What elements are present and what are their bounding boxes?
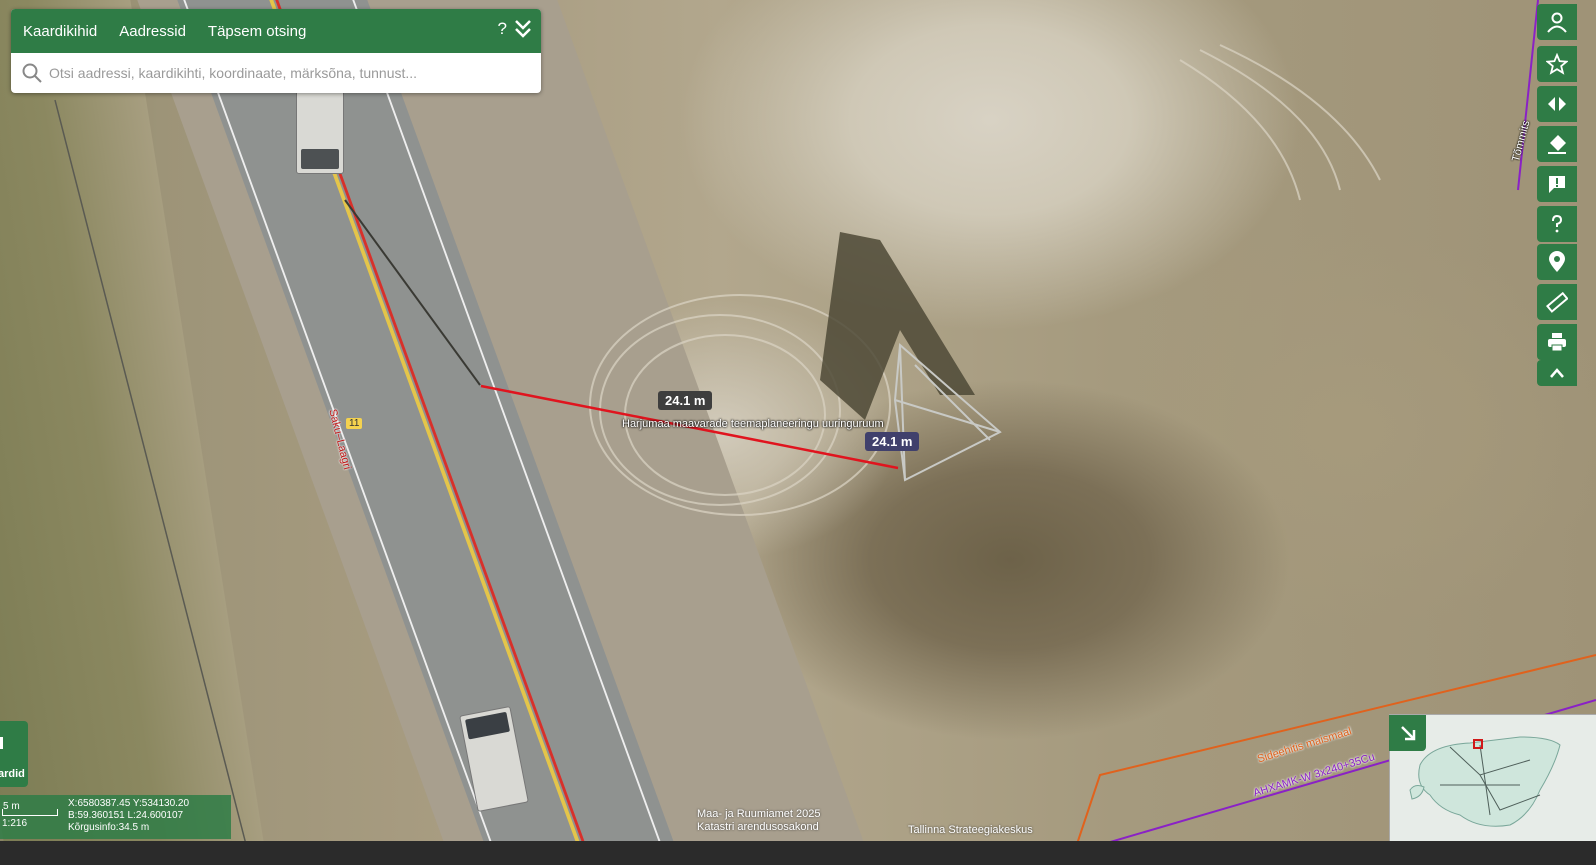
search-panel: Kaardikihid Aadressid Täpsem otsing ? bbox=[11, 9, 541, 93]
star-icon bbox=[1546, 53, 1568, 75]
user-button[interactable] bbox=[1537, 4, 1577, 40]
ruler-icon bbox=[1546, 291, 1568, 313]
eraser-button[interactable] bbox=[1537, 126, 1577, 162]
coordinates-xy: X:6580387.45 Y:534130.20 bbox=[68, 798, 190, 809]
print-icon bbox=[1548, 333, 1566, 352]
measure-label-total: 24.1 m bbox=[865, 432, 920, 451]
map-canvas[interactable]: 24.1 m 24.1 m Harjumaa maavarade teemapl… bbox=[0, 0, 1596, 865]
legend-label: ardid bbox=[0, 768, 25, 780]
tab-tapsem-otsing[interactable]: Täpsem otsing bbox=[208, 23, 306, 40]
print-button[interactable] bbox=[1537, 324, 1577, 360]
chevron-double-down-icon[interactable] bbox=[513, 18, 533, 40]
feedback-button[interactable] bbox=[1537, 166, 1577, 202]
scale-ratio: 1:216 bbox=[2, 818, 28, 829]
attribution-line-2: Katastri arendusosakond bbox=[697, 821, 819, 833]
feedback-icon bbox=[1549, 176, 1565, 193]
compare-button[interactable] bbox=[1537, 86, 1577, 122]
search-icon bbox=[22, 63, 42, 83]
eraser-icon bbox=[1548, 135, 1566, 154]
map-legend-button[interactable]: ardid bbox=[0, 721, 28, 787]
scale-info-panel: 5 m 1:216 X:6580387.45 Y:534130.20 B:59.… bbox=[0, 795, 231, 839]
road-number-badge: 11 bbox=[346, 418, 363, 429]
right-toolbar bbox=[1537, 0, 1596, 390]
compare-icon bbox=[1548, 97, 1566, 111]
coordinates-bl: B:59.360151 L:24.600107 bbox=[68, 810, 184, 821]
legend-icon bbox=[0, 737, 3, 749]
attribution-secondary: Tallinna Strateegiakeskus bbox=[908, 824, 1033, 836]
chevron-up-icon bbox=[1550, 368, 1564, 378]
search-input[interactable] bbox=[47, 64, 521, 82]
tab-kaardikihid[interactable]: Kaardikihid bbox=[23, 23, 97, 40]
question-mark-glyph bbox=[1552, 214, 1563, 233]
tower-shadow bbox=[820, 232, 975, 420]
scale-bar bbox=[2, 809, 58, 816]
window-bottom-bar bbox=[0, 841, 1596, 865]
collapse-toolbar-button[interactable] bbox=[1537, 360, 1577, 386]
location-button[interactable] bbox=[1537, 244, 1577, 280]
favorites-button[interactable] bbox=[1537, 46, 1577, 82]
fence-line bbox=[54, 99, 251, 861]
elevation-info: Kõrgusinfo:34.5 m bbox=[68, 822, 150, 833]
attribution-primary: Maa- ja Ruumiamet 2025 Katastri arenduso… bbox=[697, 808, 821, 834]
search-tabs: Kaardikihid Aadressid Täpsem otsing ? bbox=[11, 9, 541, 53]
help-icon[interactable] bbox=[1537, 206, 1577, 242]
measure-label-segment: 24.1 m bbox=[658, 391, 713, 410]
attribution-line-1: Maa- ja Ruumiamet 2025 bbox=[697, 808, 821, 820]
tire-tracks bbox=[589, 44, 1381, 516]
overview-toggle-button[interactable] bbox=[1389, 715, 1426, 751]
arrow-down-right-icon bbox=[1400, 726, 1415, 741]
help-button[interactable]: ? bbox=[498, 19, 507, 39]
user-icon bbox=[1547, 12, 1567, 33]
tab-aadressid[interactable]: Aadressid bbox=[119, 23, 186, 40]
search-row bbox=[11, 53, 541, 93]
location-icon bbox=[1549, 251, 1565, 272]
utility-pole-line bbox=[344, 199, 481, 386]
measure-button[interactable] bbox=[1537, 284, 1577, 320]
map-overlays bbox=[54, 0, 1596, 861]
zone-label: Harjumaa maavarade teemaplaneeringu uuri… bbox=[622, 418, 884, 430]
